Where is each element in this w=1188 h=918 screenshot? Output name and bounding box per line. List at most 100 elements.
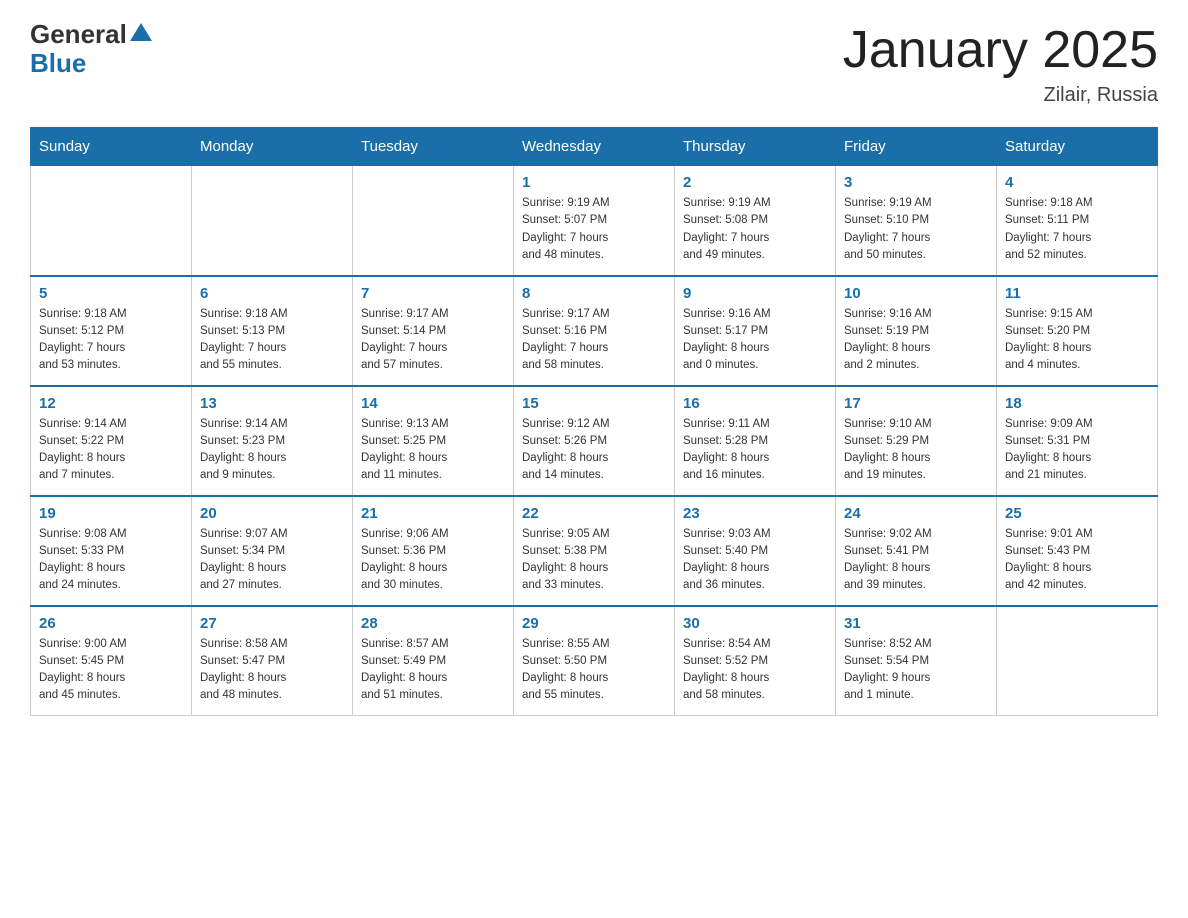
calendar-cell: 18 Sunrise: 9:09 AM Sunset: 5:31 PM Dayli… <box>997 386 1158 496</box>
day-info: Sunrise: 9:07 AM Sunset: 5:34 PM Dayligh… <box>200 526 344 595</box>
calendar-cell: 5Sunrise: 9:18 AM Sunset: 5:12 PM Daylig… <box>31 276 192 386</box>
calendar-week-row: 12 Sunrise: 9:14 AM Sunset: 5:22 PM Dayli… <box>31 386 1158 496</box>
day-info: Sunrise: 9:18 AM Sunset: 5:11 PM Dayligh… <box>1005 195 1149 264</box>
day-number: 30 <box>683 615 827 632</box>
weekday-header-saturday: Saturday <box>997 128 1158 166</box>
calendar-week-row: 19 Sunrise: 9:08 AM Sunset: 5:33 PM Dayli… <box>31 496 1158 606</box>
day-number: 8 <box>522 285 666 302</box>
day-number: 14 <box>361 395 505 412</box>
day-info: Sunrise: 9:05 AM Sunset: 5:38 PM Dayligh… <box>522 526 666 595</box>
calendar-cell: 2Sunrise: 9:19 AM Sunset: 5:08 PM Daylig… <box>675 166 836 276</box>
calendar-cell: 20 Sunrise: 9:07 AM Sunset: 5:34 PM Dayli… <box>192 496 353 606</box>
day-number: 3 <box>844 174 988 191</box>
calendar-cell <box>997 606 1158 716</box>
day-number: 11 <box>1005 285 1149 302</box>
month-title: January 2025 <box>843 20 1158 80</box>
page-header: General Blue January 2025 Zilair, Russia <box>30 20 1158 107</box>
day-info: Sunrise: 9:09 AM Sunset: 5:31 PM Dayligh… <box>1005 416 1149 485</box>
day-number: 27 <box>200 615 344 632</box>
day-info: Sunrise: 9:10 AM Sunset: 5:29 PM Dayligh… <box>844 416 988 485</box>
day-info: Sunrise: 9:00 AM Sunset: 5:45 PM Dayligh… <box>39 636 183 705</box>
day-number: 23 <box>683 505 827 522</box>
day-info: Sunrise: 9:18 AM Sunset: 5:12 PM Dayligh… <box>39 306 183 375</box>
day-info: Sunrise: 9:14 AM Sunset: 5:22 PM Dayligh… <box>39 416 183 485</box>
day-number: 20 <box>200 505 344 522</box>
calendar-cell: 28 Sunrise: 8:57 AM Sunset: 5:49 PM Dayli… <box>353 606 514 716</box>
calendar-cell <box>31 166 192 276</box>
day-number: 9 <box>683 285 827 302</box>
calendar-cell: 1 Sunrise: 9:19 AM Sunset: 5:07 PM Daylig… <box>514 166 675 276</box>
day-number: 15 <box>522 395 666 412</box>
calendar-cell: 14 Sunrise: 9:13 AM Sunset: 5:25 PM Dayli… <box>353 386 514 496</box>
day-info: Sunrise: 9:08 AM Sunset: 5:33 PM Dayligh… <box>39 526 183 595</box>
day-number: 24 <box>844 505 988 522</box>
weekday-header-thursday: Thursday <box>675 128 836 166</box>
day-info: Sunrise: 8:57 AM Sunset: 5:49 PM Dayligh… <box>361 636 505 705</box>
day-number: 17 <box>844 395 988 412</box>
day-info: Sunrise: 9:14 AM Sunset: 5:23 PM Dayligh… <box>200 416 344 485</box>
calendar-cell: 9 Sunrise: 9:16 AM Sunset: 5:17 PM Daylig… <box>675 276 836 386</box>
weekday-header-sunday: Sunday <box>31 128 192 166</box>
day-number: 25 <box>1005 505 1149 522</box>
day-number: 19 <box>39 505 183 522</box>
day-number: 21 <box>361 505 505 522</box>
day-number: 28 <box>361 615 505 632</box>
calendar-cell: 7 Sunrise: 9:17 AM Sunset: 5:14 PM Daylig… <box>353 276 514 386</box>
logo-blue-text: Blue <box>30 48 86 78</box>
day-info: Sunrise: 9:15 AM Sunset: 5:20 PM Dayligh… <box>1005 306 1149 375</box>
calendar-cell: 4Sunrise: 9:18 AM Sunset: 5:11 PM Daylig… <box>997 166 1158 276</box>
calendar-table: SundayMondayTuesdayWednesdayThursdayFrid… <box>30 127 1158 716</box>
day-number: 2 <box>683 174 827 191</box>
calendar-cell: 25 Sunrise: 9:01 AM Sunset: 5:43 PM Dayli… <box>997 496 1158 606</box>
day-info: Sunrise: 9:11 AM Sunset: 5:28 PM Dayligh… <box>683 416 827 485</box>
day-number: 1 <box>522 174 666 191</box>
day-info: Sunrise: 9:01 AM Sunset: 5:43 PM Dayligh… <box>1005 526 1149 595</box>
day-info: Sunrise: 9:17 AM Sunset: 5:16 PM Dayligh… <box>522 306 666 375</box>
day-info: Sunrise: 9:13 AM Sunset: 5:25 PM Dayligh… <box>361 416 505 485</box>
calendar-cell: 24 Sunrise: 9:02 AM Sunset: 5:41 PM Dayli… <box>836 496 997 606</box>
calendar-cell: 22Sunrise: 9:05 AM Sunset: 5:38 PM Dayli… <box>514 496 675 606</box>
title-block: January 2025 Zilair, Russia <box>843 20 1158 107</box>
calendar-cell: 17 Sunrise: 9:10 AM Sunset: 5:29 PM Dayli… <box>836 386 997 496</box>
day-number: 13 <box>200 395 344 412</box>
calendar-cell: 8 Sunrise: 9:17 AM Sunset: 5:16 PM Daylig… <box>514 276 675 386</box>
calendar-cell: 29Sunrise: 8:55 AM Sunset: 5:50 PM Dayli… <box>514 606 675 716</box>
day-number: 31 <box>844 615 988 632</box>
calendar-cell: 31Sunrise: 8:52 AM Sunset: 5:54 PM Dayli… <box>836 606 997 716</box>
day-number: 16 <box>683 395 827 412</box>
calendar-cell <box>353 166 514 276</box>
calendar-cell: 3 Sunrise: 9:19 AM Sunset: 5:10 PM Daylig… <box>836 166 997 276</box>
weekday-header-wednesday: Wednesday <box>514 128 675 166</box>
calendar-cell <box>192 166 353 276</box>
day-info: Sunrise: 9:16 AM Sunset: 5:17 PM Dayligh… <box>683 306 827 375</box>
calendar-cell: 16 Sunrise: 9:11 AM Sunset: 5:28 PM Dayli… <box>675 386 836 496</box>
day-number: 29 <box>522 615 666 632</box>
calendar-cell: 21 Sunrise: 9:06 AM Sunset: 5:36 PM Dayli… <box>353 496 514 606</box>
day-info: Sunrise: 9:17 AM Sunset: 5:14 PM Dayligh… <box>361 306 505 375</box>
day-info: Sunrise: 9:19 AM Sunset: 5:10 PM Dayligh… <box>844 195 988 264</box>
calendar-cell: 13 Sunrise: 9:14 AM Sunset: 5:23 PM Dayli… <box>192 386 353 496</box>
calendar-cell: 10Sunrise: 9:16 AM Sunset: 5:19 PM Dayli… <box>836 276 997 386</box>
day-number: 10 <box>844 285 988 302</box>
calendar-cell: 23 Sunrise: 9:03 AM Sunset: 5:40 PM Dayli… <box>675 496 836 606</box>
calendar-cell: 19 Sunrise: 9:08 AM Sunset: 5:33 PM Dayli… <box>31 496 192 606</box>
weekday-header-monday: Monday <box>192 128 353 166</box>
day-info: Sunrise: 9:19 AM Sunset: 5:07 PM Dayligh… <box>522 195 666 264</box>
calendar-week-row: 5Sunrise: 9:18 AM Sunset: 5:12 PM Daylig… <box>31 276 1158 386</box>
day-info: Sunrise: 9:02 AM Sunset: 5:41 PM Dayligh… <box>844 526 988 595</box>
weekday-header-friday: Friday <box>836 128 997 166</box>
calendar-week-row: 1 Sunrise: 9:19 AM Sunset: 5:07 PM Daylig… <box>31 166 1158 276</box>
day-info: Sunrise: 9:06 AM Sunset: 5:36 PM Dayligh… <box>361 526 505 595</box>
weekday-header-tuesday: Tuesday <box>353 128 514 166</box>
weekday-header-row: SundayMondayTuesdayWednesdayThursdayFrid… <box>31 128 1158 166</box>
day-info: Sunrise: 8:58 AM Sunset: 5:47 PM Dayligh… <box>200 636 344 705</box>
day-info: Sunrise: 9:18 AM Sunset: 5:13 PM Dayligh… <box>200 306 344 375</box>
day-number: 18 <box>1005 395 1149 412</box>
day-number: 12 <box>39 395 183 412</box>
day-info: Sunrise: 8:54 AM Sunset: 5:52 PM Dayligh… <box>683 636 827 705</box>
calendar-cell: 12 Sunrise: 9:14 AM Sunset: 5:22 PM Dayli… <box>31 386 192 496</box>
calendar-cell: 15Sunrise: 9:12 AM Sunset: 5:26 PM Dayli… <box>514 386 675 496</box>
day-info: Sunrise: 9:03 AM Sunset: 5:40 PM Dayligh… <box>683 526 827 595</box>
calendar-week-row: 26Sunrise: 9:00 AM Sunset: 5:45 PM Dayli… <box>31 606 1158 716</box>
day-number: 7 <box>361 285 505 302</box>
